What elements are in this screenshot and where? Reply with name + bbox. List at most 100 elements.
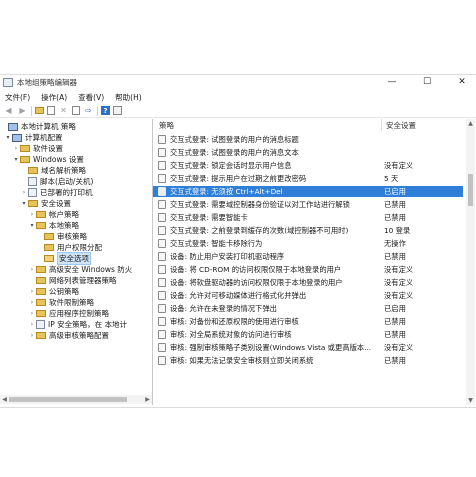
- column-header-policy[interactable]: 策略: [159, 119, 174, 131]
- open-folder-icon: [44, 255, 54, 262]
- filter-icon[interactable]: [113, 106, 122, 115]
- tree-twisty[interactable]: ›: [28, 288, 36, 295]
- tree-item-windows-settings[interactable]: ▾ Windows 设置: [12, 154, 83, 165]
- minimize-button[interactable]: —: [381, 75, 403, 89]
- policy-row[interactable]: 审核: 对全局系统对象的访问进行审核 已禁用: [153, 329, 463, 340]
- policy-row[interactable]: 设备: 允许对可移动媒体进行格式化并弹出 没有定义: [153, 290, 463, 301]
- tree-item-software-restriction[interactable]: › 软件限制策略: [28, 297, 94, 308]
- tree-item-label: 本地计算机 策略: [21, 122, 76, 131]
- tree-item-local-policies[interactable]: ▾ 本地策略: [28, 220, 79, 231]
- tree-item-firewall[interactable]: › 高级安全 Windows 防火: [28, 264, 132, 275]
- scroll-left-icon[interactable]: ◀: [0, 395, 9, 404]
- computer-icon: [8, 122, 18, 131]
- scrollbar-thumb[interactable]: [9, 397, 127, 402]
- policy-row-selected[interactable]: 交互式登录: 无须按 Ctrl+Alt+Del 已启用: [153, 186, 463, 197]
- policy-row[interactable]: 交互式登录: 提示用户在过期之前更改密码 5 天: [153, 173, 463, 184]
- tree-twisty[interactable]: ›: [28, 211, 36, 218]
- delete-icon[interactable]: ✕: [58, 106, 69, 116]
- close-button[interactable]: ✕: [451, 75, 473, 89]
- tree-item-network-list[interactable]: 网络列表管理器策略: [28, 275, 117, 286]
- folder-icon: [20, 156, 30, 163]
- policy-row[interactable]: 交互式登录: 需要智能卡 已禁用: [153, 212, 463, 223]
- policy-icon: [158, 291, 166, 300]
- export-list-icon[interactable]: ⇨: [83, 106, 94, 116]
- tree-twisty[interactable]: ›: [28, 310, 36, 317]
- show-hide-tree-icon[interactable]: [47, 106, 55, 115]
- tree-twisty[interactable]: ›: [20, 189, 28, 196]
- tree-item-scripts[interactable]: 脚本(启动/关机): [20, 176, 93, 187]
- policy-row[interactable]: 审核: 强制审核策略子类别设置(Windows Vista 或更高版本... 没…: [153, 342, 463, 353]
- tree-twisty[interactable]: ›: [28, 321, 36, 328]
- policy-name: 设备: 将 CD-ROM 的访问权限仅限于本地登录的用户: [170, 265, 342, 274]
- policy-row[interactable]: 交互式登录: 智能卡移除行为 无操作: [153, 238, 463, 249]
- tree-twisty[interactable]: ›: [28, 266, 36, 273]
- toolbar-divider: [31, 105, 32, 116]
- policy-icon: [158, 187, 166, 196]
- maximize-button[interactable]: ☐: [416, 75, 438, 89]
- tree-item-audit-policy[interactable]: 审核策略: [36, 231, 87, 242]
- policy-row[interactable]: 审核: 对备份和还原权限的使用进行审核 已禁用: [153, 316, 463, 327]
- tree-item-label: 审核策略: [57, 232, 87, 241]
- menu-action[interactable]: 操作(A): [41, 92, 67, 103]
- tree-item-account-policies[interactable]: › 帐户策略: [28, 209, 79, 220]
- policy-icon: [158, 252, 166, 261]
- policy-row[interactable]: 交互式登录: 试图登录的用户的消息文本: [153, 147, 463, 158]
- tree-twisty[interactable]: ›: [28, 299, 36, 306]
- menu-help[interactable]: 帮助(H): [115, 92, 142, 103]
- tree-item-computer-config[interactable]: ▾ 计算机配置: [4, 132, 62, 143]
- policy-icon: [158, 200, 166, 209]
- column-header-setting[interactable]: 安全设置: [386, 119, 416, 131]
- policy-row[interactable]: 交互式登录: 锁定会话时显示用户信息 没有定义: [153, 160, 463, 171]
- menu-view[interactable]: 查看(V): [78, 92, 104, 103]
- policy-row[interactable]: 设备: 将 CD-ROM 的访问权限仅限于本地登录的用户 没有定义: [153, 264, 463, 275]
- policy-icon: [158, 330, 166, 339]
- tree-twisty[interactable]: ▾: [20, 200, 28, 207]
- tree-twisty[interactable]: ▾: [28, 222, 36, 229]
- properties-icon[interactable]: [72, 106, 80, 115]
- tree-item-app-control[interactable]: › 应用程序控制策略: [28, 308, 109, 319]
- policy-row[interactable]: 设备: 将软盘驱动器的访问权限仅限于本地登录的用户 没有定义: [153, 277, 463, 288]
- scroll-up-icon[interactable]: ▲: [466, 119, 475, 128]
- scrollbar-thumb[interactable]: [468, 174, 473, 206]
- tree-horizontal-scrollbar[interactable]: ◀ ▶: [0, 395, 152, 404]
- policy-row[interactable]: 交互式登录: 试图登录的用户的消息标题: [153, 134, 463, 145]
- policy-icon: [158, 304, 166, 313]
- tree-twisty[interactable]: ›: [12, 145, 20, 152]
- tree-twisty[interactable]: ▾: [4, 134, 12, 141]
- scroll-right-icon[interactable]: ▶: [143, 395, 152, 404]
- list-vertical-scrollbar[interactable]: ▲ ▼: [466, 119, 475, 405]
- tree-item-local-computer-policy[interactable]: 本地计算机 策略: [0, 121, 76, 132]
- tree-item-deployed-printers[interactable]: › 已部署的打印机: [20, 187, 93, 198]
- script-icon: [28, 177, 37, 186]
- network-icon: [36, 320, 45, 329]
- tree-twisty[interactable]: ›: [28, 332, 36, 339]
- policy-icon: [158, 161, 166, 170]
- policy-row[interactable]: 设备: 防止用户安装打印机驱动程序 已禁用: [153, 251, 463, 262]
- tree-item-name-resolution[interactable]: 域名解析策略: [20, 165, 86, 176]
- folder-icon[interactable]: [35, 107, 44, 114]
- policy-row[interactable]: 设备: 允许在未登录的情况下弹出 已启用: [153, 303, 463, 314]
- folder-icon: [36, 211, 46, 218]
- policy-row[interactable]: 交互式登录: 之前登录到缓存的次数(域控制器不可用时) 10 登录: [153, 225, 463, 236]
- tree-item-advanced-audit[interactable]: › 高级审核策略配置: [28, 330, 109, 341]
- tree-item-ip-security[interactable]: › IP 安全策略，在 本地计: [28, 319, 127, 330]
- tree-item-security-settings[interactable]: ▾ 安全设置: [20, 198, 71, 209]
- policy-row[interactable]: 交互式登录: 需要域控制器身份验证以对工作站进行解锁 已禁用: [153, 199, 463, 210]
- tree-item-label: 域名解析策略: [41, 166, 86, 175]
- scroll-down-icon[interactable]: ▼: [466, 396, 475, 405]
- column-divider[interactable]: [381, 119, 382, 131]
- policy-row[interactable]: 审核: 如果无法记录安全审核则立即关闭系统 已禁用: [153, 355, 463, 366]
- toolbar: ◀ ▶ ✕ ⇨ ?: [0, 104, 476, 118]
- back-arrow-icon[interactable]: ◀: [3, 106, 14, 116]
- tree-twisty[interactable]: ▾: [12, 156, 20, 163]
- policy-icon: [158, 148, 166, 157]
- tree-item-software-settings[interactable]: › 软件设置: [12, 143, 63, 154]
- forward-arrow-icon[interactable]: ▶: [17, 106, 28, 116]
- policy-icon: [158, 343, 166, 352]
- tree-item-security-options[interactable]: 安全选项: [36, 252, 91, 265]
- tree-item-public-key[interactable]: › 公钥策略: [28, 286, 79, 297]
- printer-icon: [28, 188, 37, 197]
- menu-file[interactable]: 文件(F): [5, 92, 30, 103]
- folder-icon: [44, 244, 54, 251]
- help-icon[interactable]: ?: [101, 106, 110, 115]
